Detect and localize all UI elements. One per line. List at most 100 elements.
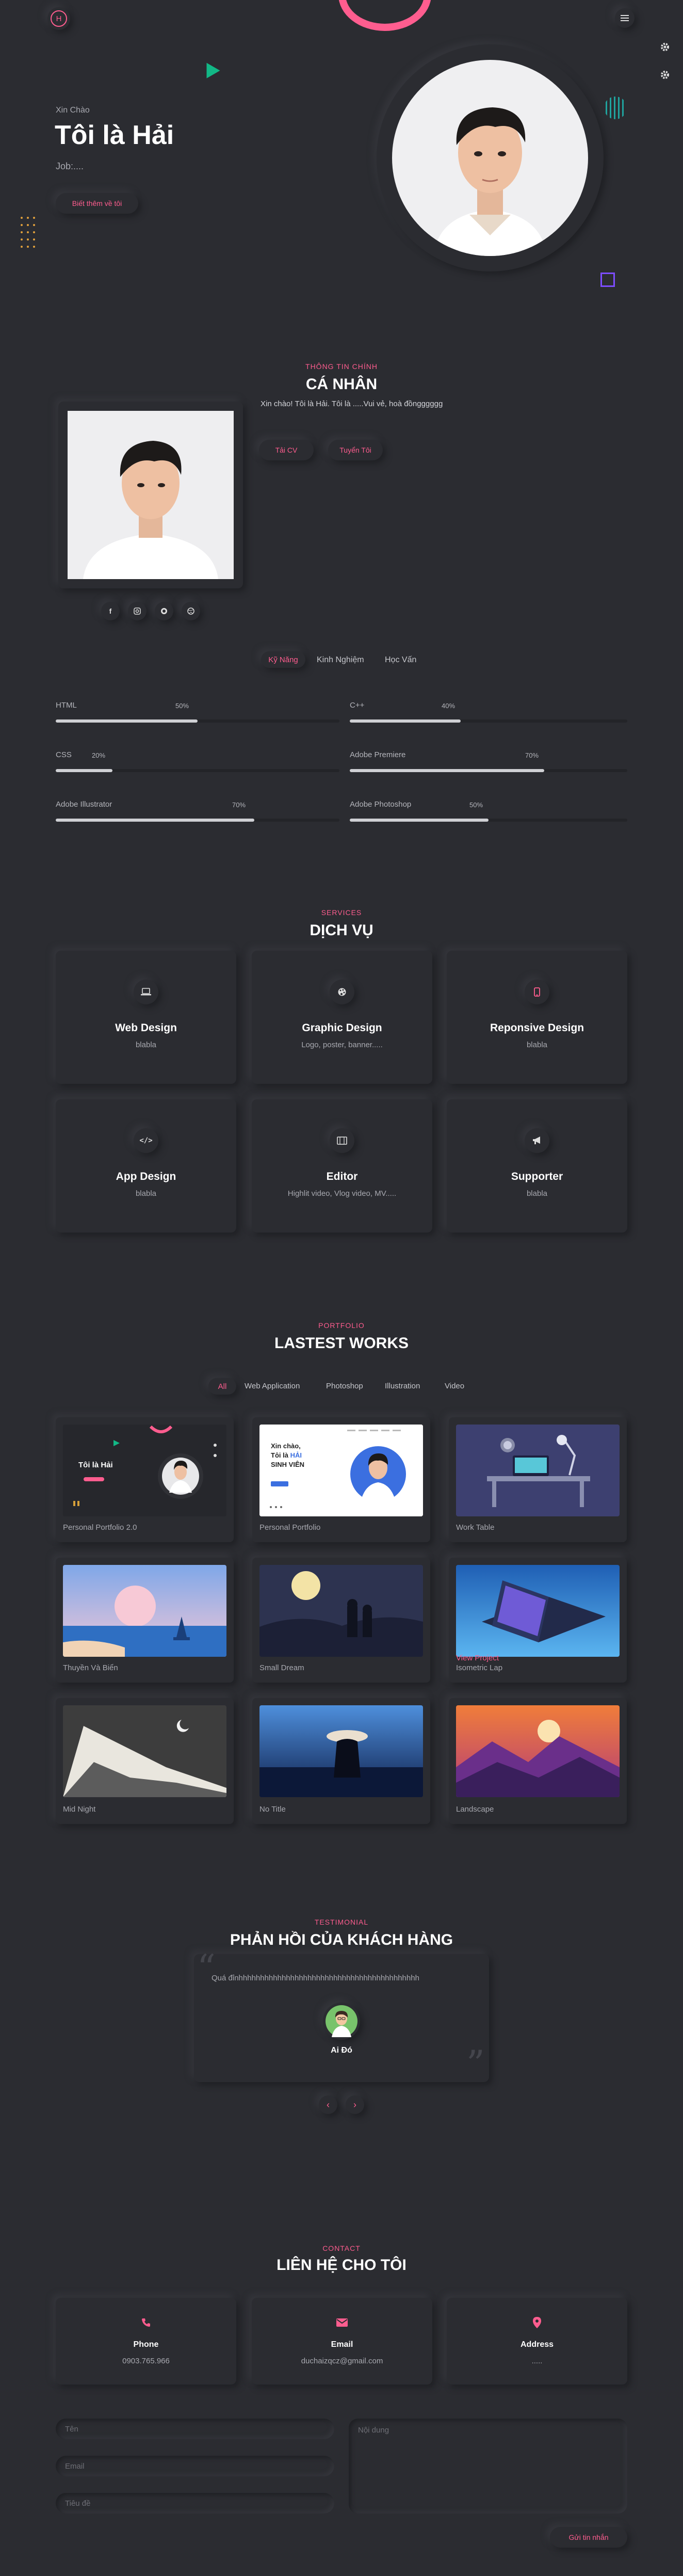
tab-skills[interactable]: Kỹ Năng [261,651,305,668]
github-link[interactable] [155,602,173,620]
download-cv-button[interactable]: Tải CV [259,440,314,460]
filter-video[interactable]: Video [445,1382,464,1390]
skill-percent: 50% [469,801,483,809]
skill-bar [56,719,339,723]
work-card[interactable]: Mid Night [56,1698,234,1824]
decor-dots [21,217,35,248]
skill-percent: 70% [525,751,539,759]
contact-value: ..... [531,2357,543,2365]
skill-name: CSS [56,750,72,759]
service-card-responsive[interactable]: Reponsive Design blabla [447,951,627,1084]
skill-name: Adobe Photoshop [350,800,412,809]
about-me-button[interactable]: Biết thêm về tôi [56,193,138,214]
facebook-link[interactable]: f [101,602,120,620]
settings-button-1[interactable] [658,40,672,54]
hamburger-icon [621,15,629,21]
work-card[interactable]: Work Table [449,1417,627,1542]
dribbble-icon [187,607,194,615]
skill-name: C++ [350,701,365,710]
service-card-graphic[interactable]: Graphic Design Logo, poster, banner..... [252,951,432,1084]
contact-card-phone[interactable]: Phone 0903.765.966 [56,2298,236,2385]
contact-value: 0903.765.966 [122,2357,170,2365]
service-card-editor[interactable]: Editor Highlit video, Vlog video, MV....… [252,1099,432,1233]
work-thumbnail: Tôi là Hải [63,1425,226,1516]
menu-button[interactable] [615,8,635,28]
work-thumbnail [259,1565,423,1657]
name-field[interactable]: Tên [56,2419,334,2439]
portfolio-subtitle: PORTFOLIO [318,1321,365,1330]
thumb-role: SINH VIÊN [271,1461,305,1468]
quote-open-icon: “ [197,1947,216,1989]
subject-field[interactable]: Tiêu đề [56,2493,334,2514]
email-field[interactable]: Email [56,2456,334,2476]
work-card[interactable]: No Title [252,1698,430,1824]
logo-letter: H [51,10,67,27]
next-button[interactable]: › [346,2095,364,2114]
skill-bar [350,819,627,822]
services-title: DỊCH VỤ [310,922,373,939]
service-title: Graphic Design [302,1022,382,1034]
gear-icon [661,43,669,51]
service-desc: Highlit video, Vlog video, MV..... [287,1189,397,1198]
service-desc: blabla [526,1189,548,1198]
service-title: App Design [116,1171,176,1182]
github-icon [161,608,167,614]
work-card[interactable]: View Project Isometric Lap [449,1558,627,1683]
service-desc: blabla [135,1189,157,1198]
logo[interactable]: H [47,7,70,30]
send-message-button[interactable]: Gửi tin nhắn [550,2527,627,2548]
work-card[interactable]: Xin chào, Tôi là HẢI SINH VIÊN Personal … [252,1417,430,1542]
hero-avatar-frame [377,44,604,271]
work-card[interactable]: Landscape [449,1698,627,1824]
contact-label: Address [520,2340,554,2349]
testimonial-title: PHẢN HỒI CỦA KHÁCH HÀNG [230,1931,453,1948]
work-card[interactable]: Small Dream [252,1558,430,1683]
contact-card-address[interactable]: Address ..... [447,2298,627,2385]
map-pin-icon [529,2314,545,2331]
decor-ring [338,0,431,31]
filter-all[interactable]: All [208,1378,236,1395]
contact-title: LIÊN HỆ CHO TÔI [277,2257,406,2274]
skill-percent: 40% [442,702,456,710]
filter-all-label: All [218,1382,227,1391]
work-thumbnail [456,1565,620,1657]
view-project-label[interactable]: View Project [456,1654,499,1662]
chevron-left-icon: ‹ [327,2099,330,2110]
services-subtitle: SERVICES [321,908,362,917]
instagram-icon [134,607,141,615]
message-field[interactable]: Nội dung [349,2419,627,2514]
filter-web-application[interactable]: Web Application [245,1382,300,1390]
work-name: Personal Portfolio [259,1523,321,1532]
thumb-greeting: Xin chào, [271,1442,301,1450]
work-thumbnail [456,1425,620,1516]
prev-button[interactable]: ‹ [319,2095,337,2114]
decor-stripes-circle [606,97,624,119]
instagram-link[interactable] [128,602,147,620]
hire-me-button[interactable]: Tuyển Tôi [328,440,383,460]
contact-card-email[interactable]: Email duchaizqcz@gmail.com [252,2298,432,2385]
skill-bar [350,769,627,772]
service-card-supporter[interactable]: Supporter blabla [447,1099,627,1233]
contact-label: Email [331,2340,353,2349]
thumb-line: Tôi là HẢI [271,1451,302,1459]
code-icon: </> [134,1128,158,1153]
tab-experience[interactable]: Kinh Nghiệm [317,655,364,665]
tab-education[interactable]: Học Vấn [385,655,416,665]
dribbble-link[interactable] [182,602,200,620]
filter-photoshop[interactable]: Photoshop [326,1382,363,1390]
service-card-web[interactable]: Web Design blabla [56,951,236,1084]
work-card[interactable]: Tôi là Hải Personal Portfolio 2.0 [56,1417,234,1542]
service-desc: blabla [135,1041,157,1049]
skill-percent: 70% [232,801,246,809]
work-card[interactable]: Thuyền Và Biển [56,1558,234,1683]
testimonial-subtitle: TESTIMONIAL [314,1918,369,1926]
work-name: No Title [259,1805,286,1814]
filter-illustration[interactable]: Illustration [385,1382,420,1390]
testimonial-card: “ Quá đỉnhhhhhhhhhhhhhhhhhhhhhhhhhhhhhhh… [194,1947,489,2085]
work-thumbnail [63,1705,226,1797]
service-card-app[interactable]: </> App Design blabla [56,1099,236,1233]
skill-bar [350,719,627,723]
thumb-intro: Tôi là [271,1451,288,1459]
settings-button-2[interactable] [658,68,672,82]
work-name: Isometric Lap [456,1663,503,1672]
